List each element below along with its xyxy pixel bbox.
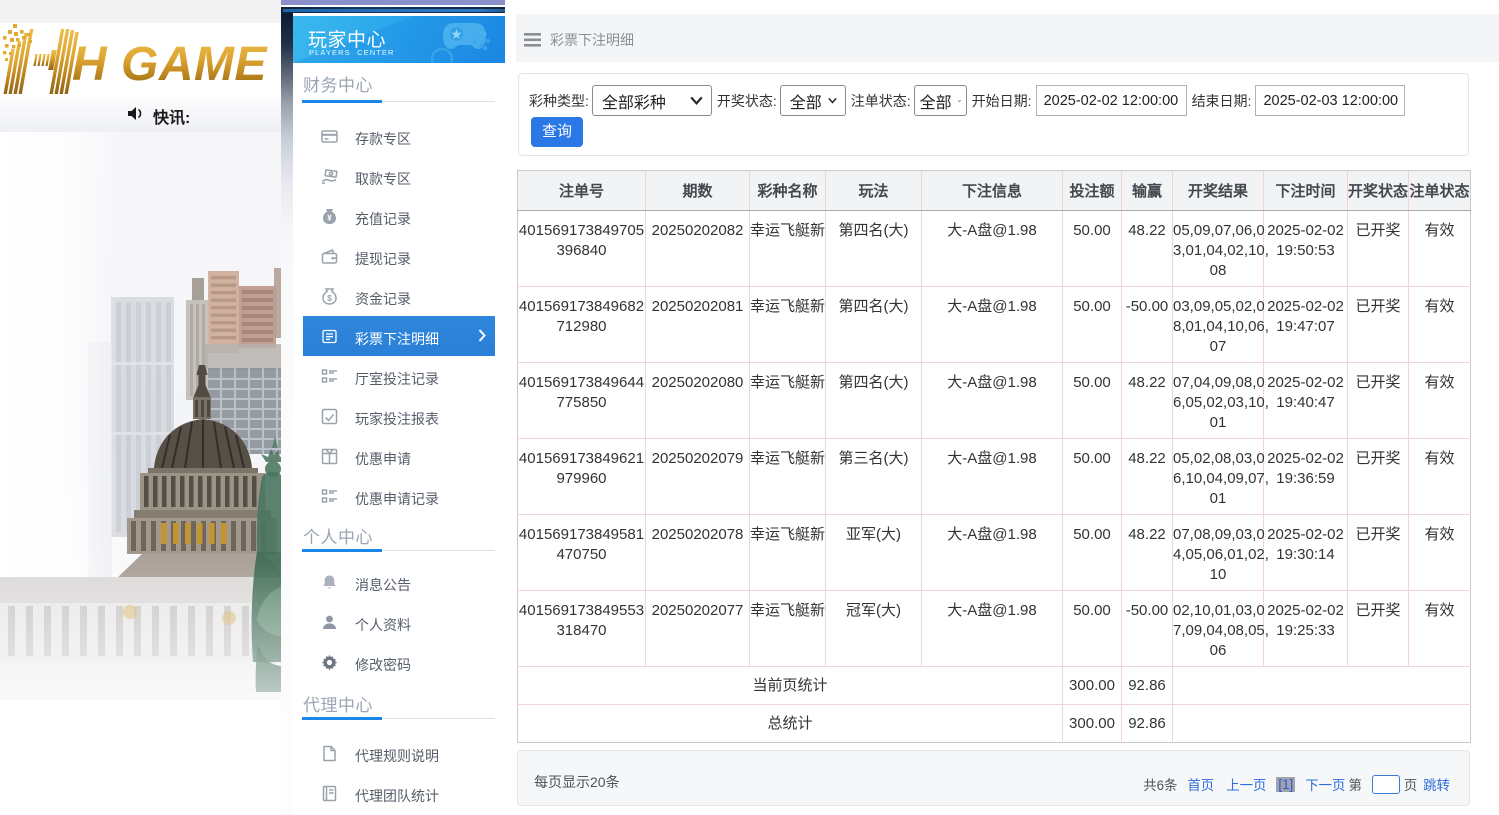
svg-text:¥: ¥ [327, 214, 332, 223]
svg-text:$: $ [327, 293, 332, 303]
svg-text:H GAME: H GAME [72, 38, 268, 91]
